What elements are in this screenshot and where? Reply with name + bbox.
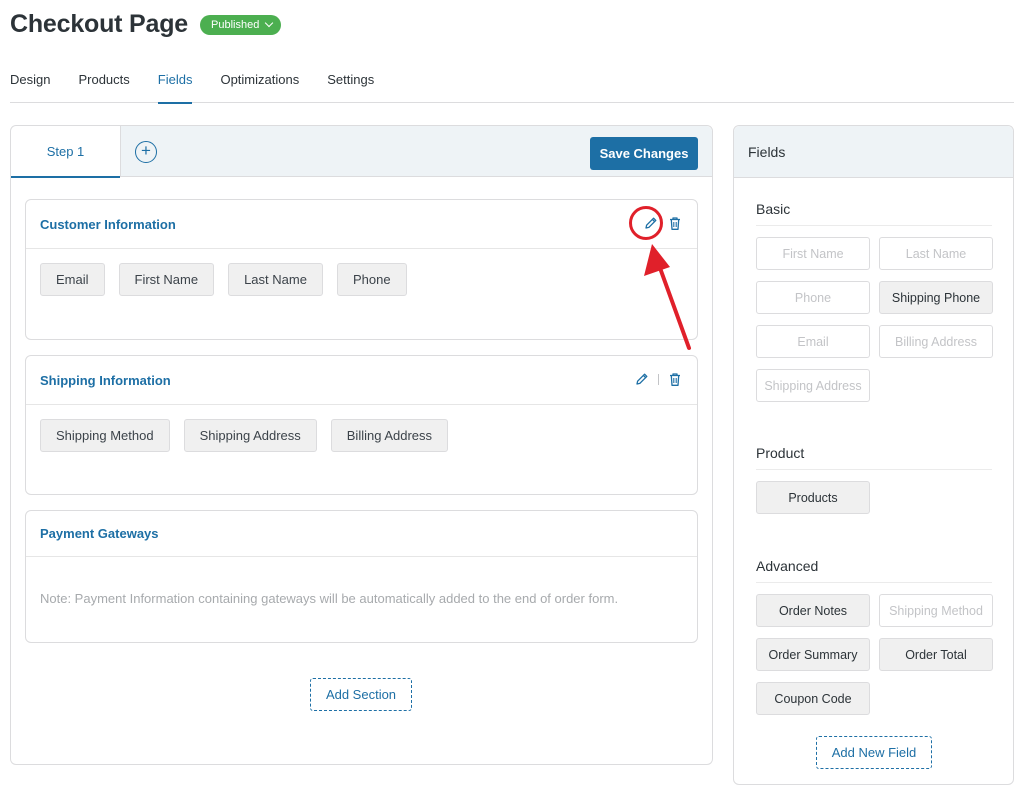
section-header: Payment Gateways — [26, 511, 697, 557]
save-changes-button[interactable]: Save Changes — [590, 137, 698, 170]
tab-design[interactable]: Design — [10, 72, 50, 103]
tab-products[interactable]: Products — [78, 72, 129, 103]
section-fields: Email First Name Last Name Phone — [26, 249, 697, 310]
section-title: Customer Information — [40, 216, 176, 232]
field-option-products[interactable]: Products — [756, 481, 870, 514]
field-option-email[interactable]: Email — [756, 325, 870, 358]
field-chip-billing-address[interactable]: Billing Address — [330, 419, 449, 452]
section-header: Customer Information — [26, 200, 697, 249]
main-tabs: Design Products Fields Optimizations Set… — [10, 72, 1014, 104]
chevron-down-icon — [265, 18, 274, 28]
section-title: Payment Gateways — [40, 526, 159, 541]
field-option-first-name[interactable]: First Name — [756, 237, 870, 270]
section-tools — [634, 371, 683, 387]
section-header: Shipping Information — [26, 356, 697, 405]
section-customer-information: Customer Information Email First Name La… — [25, 199, 698, 340]
builder-header: Step 1 + Save Changes — [11, 126, 712, 178]
field-chip-email[interactable]: Email — [40, 263, 105, 296]
divider — [658, 373, 659, 385]
section-shipping-information: Shipping Information Shipping Method Shi… — [25, 355, 698, 495]
field-chip-last-name[interactable]: Last Name — [228, 263, 323, 296]
add-section-button[interactable]: Add Section — [310, 678, 412, 711]
tab-settings[interactable]: Settings — [327, 72, 374, 103]
tab-optimizations[interactable]: Optimizations — [220, 72, 299, 103]
section-tools — [643, 215, 683, 231]
field-chip-shipping-address[interactable]: Shipping Address — [183, 419, 317, 452]
section-fields: Shipping Method Shipping Address Billing… — [26, 405, 697, 466]
form-builder-panel: Step 1 + Save Changes Customer Informati… — [10, 125, 713, 765]
field-option-coupon-code[interactable]: Coupon Code — [756, 682, 870, 715]
field-option-shipping-address[interactable]: Shipping Address — [756, 369, 870, 402]
payment-note: Note: Payment Information containing gat… — [40, 591, 619, 606]
field-option-billing-address[interactable]: Billing Address — [879, 325, 993, 358]
field-chip-first-name[interactable]: First Name — [118, 263, 215, 296]
status-label: Published — [211, 18, 260, 31]
field-chip-phone[interactable]: Phone — [336, 263, 407, 296]
page-title: Checkout Page — [10, 10, 189, 38]
field-chip-shipping-method[interactable]: Shipping Method — [40, 419, 170, 452]
page-header: Checkout Page Published — [10, 10, 282, 39]
field-option-last-name[interactable]: Last Name — [879, 237, 993, 270]
plus-circle-icon[interactable]: + — [135, 141, 157, 163]
status-badge[interactable]: Published — [200, 14, 282, 35]
fields-panel: Fields Basic First Name Last Name Phone … — [733, 125, 1014, 785]
field-option-order-total[interactable]: Order Total — [879, 638, 993, 671]
pencil-icon[interactable] — [634, 371, 650, 387]
step-tab[interactable]: Step 1 — [11, 126, 121, 178]
group-title-advanced: Advanced — [756, 558, 992, 583]
fields-panel-title: Fields — [734, 126, 1013, 178]
tab-fields[interactable]: Fields — [157, 72, 192, 104]
field-option-order-summary[interactable]: Order Summary — [756, 638, 870, 671]
group-title-basic: Basic — [756, 201, 992, 226]
pencil-icon[interactable] — [643, 215, 659, 231]
field-option-phone[interactable]: Phone — [756, 281, 870, 314]
add-new-field-button[interactable]: Add New Field — [816, 736, 932, 769]
trash-icon[interactable] — [667, 371, 683, 387]
field-option-shipping-method[interactable]: Shipping Method — [879, 594, 993, 627]
red-arrow-annotation — [644, 244, 691, 350]
section-payment-gateways: Payment Gateways Note: Payment Informati… — [25, 510, 698, 643]
field-option-order-notes[interactable]: Order Notes — [756, 594, 870, 627]
field-option-shipping-phone[interactable]: Shipping Phone — [879, 281, 993, 314]
section-title: Shipping Information — [40, 372, 171, 388]
trash-icon[interactable] — [667, 215, 683, 231]
group-title-product: Product — [756, 445, 992, 470]
